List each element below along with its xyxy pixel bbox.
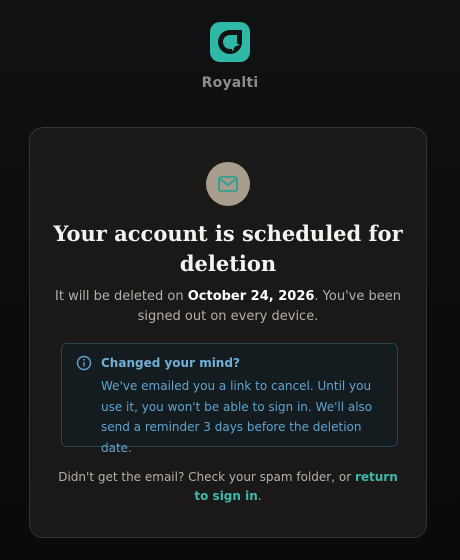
deletion-card: Your account is scheduled for deletion I… [29, 127, 427, 538]
brand-header: Royalti [0, 22, 460, 91]
deletion-subtext: It will be deleted on October 24, 2026. … [50, 287, 406, 327]
info-icon [76, 355, 92, 371]
brand-name: Royalti [201, 75, 259, 91]
cancel-notice: Changed your mind? We've emailed you a l… [61, 343, 398, 455]
page-title: Your account is scheduled for deletion [53, 221, 403, 276]
mail-icon [218, 176, 238, 192]
notice-body: We've emailed you a link to cancel. Unti… [101, 379, 373, 455]
subtext-prefix: It will be deleted on [55, 289, 188, 304]
footer-text: Didn't get the email? Check your spam fo… [54, 468, 402, 506]
royalti-logo-icon [210, 22, 250, 62]
deletion-date: October 24, 2026 [187, 289, 315, 304]
mail-icon-badge [206, 162, 250, 206]
footer-suffix: . [257, 489, 262, 503]
notice-title: Changed your mind? [101, 356, 240, 370]
footer-prefix: Didn't get the email? Check your spam fo… [58, 470, 355, 484]
